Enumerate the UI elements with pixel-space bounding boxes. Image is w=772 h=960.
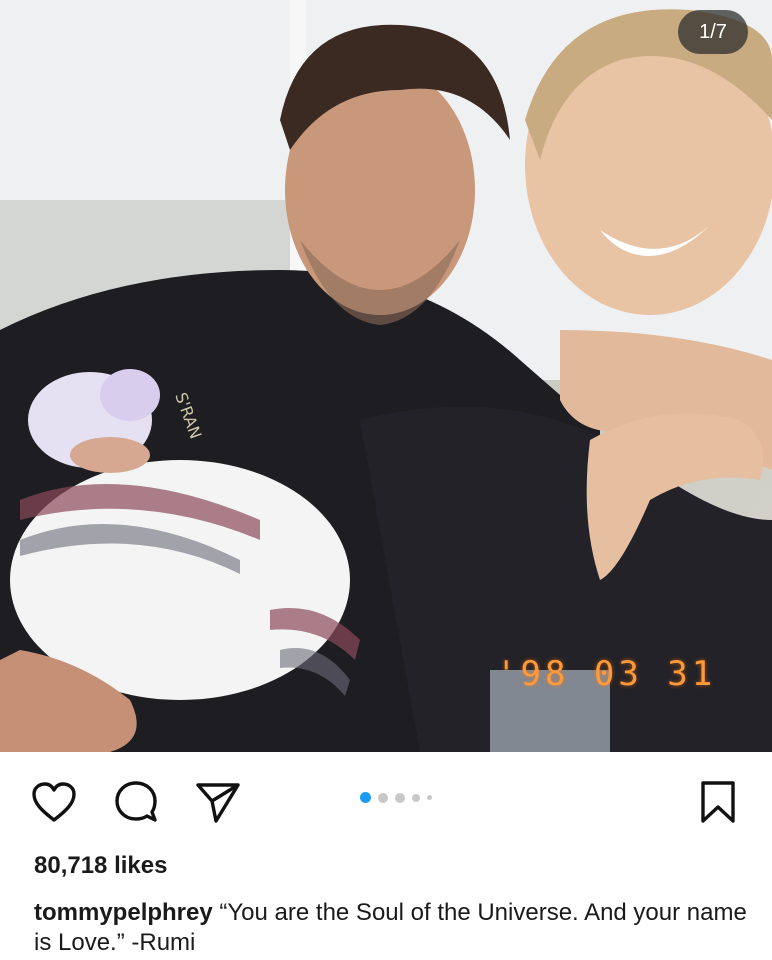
carousel-dot-active: [360, 792, 371, 803]
post-caption: tommypelphrey “You are the Soul of the U…: [34, 898, 754, 958]
photo-illustration: S'RAN: [0, 0, 772, 752]
post-photo[interactable]: S'RAN 1/7 '98 03 31: [0, 0, 772, 752]
carousel-dot: [412, 793, 420, 802]
carousel-dot: [395, 792, 405, 803]
carousel-indicator: [360, 792, 432, 803]
image-counter: 1/7: [678, 10, 748, 54]
heart-icon[interactable]: [30, 775, 78, 829]
share-icon[interactable]: [194, 775, 242, 829]
carousel-dot: [378, 792, 388, 803]
carousel-dot: [427, 795, 432, 800]
date-stamp: '98 03 31: [496, 654, 717, 694]
post-actions-bar: [0, 775, 772, 831]
likes-count[interactable]: 80,718 likes: [34, 852, 167, 880]
comment-icon[interactable]: [112, 775, 160, 829]
bookmark-icon[interactable]: [694, 775, 742, 829]
caption-username[interactable]: tommypelphrey: [34, 899, 213, 926]
